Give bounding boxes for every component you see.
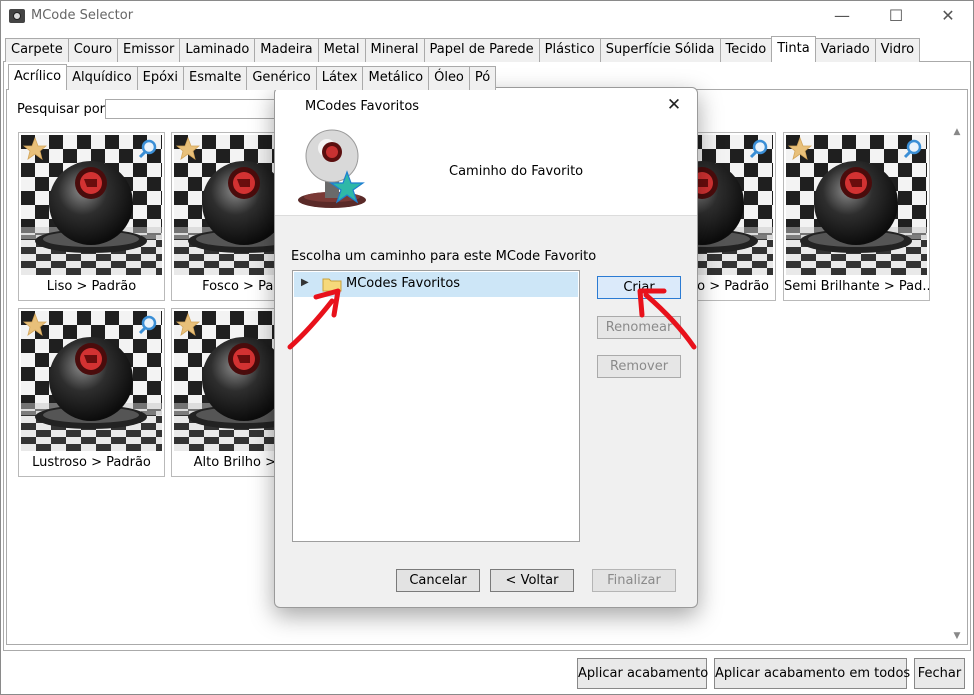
favorite-star-icon[interactable]	[23, 137, 47, 161]
dialog-header: MCodes Favoritos ✕ Caminho do Favorito	[275, 88, 697, 216]
tab-superficie-solida[interactable]: Superfície Sólida	[599, 38, 721, 62]
tab-latex[interactable]: Látex	[315, 66, 364, 90]
app-camera-icon	[9, 9, 25, 23]
vertical-scrollbar[interactable]: ▲ ▼	[949, 124, 965, 644]
apply-all-button[interactable]: Aplicar acabamento em todos	[714, 658, 910, 689]
title-bar: MCode Selector — ☐ ✕	[1, 1, 973, 32]
tab-metalico[interactable]: Metálico	[362, 66, 430, 90]
subcategory-tabs: Acrílico Alquídico Epóxi Esmalte Genéric…	[8, 64, 497, 90]
cancel-button[interactable]: Cancelar	[396, 569, 480, 592]
tab-mineral[interactable]: Mineral	[364, 38, 425, 62]
tab-laminado[interactable]: Laminado	[179, 38, 256, 62]
search-label: Pesquisar por:	[17, 102, 110, 117]
tab-variado[interactable]: Variado	[814, 38, 876, 62]
tab-emissor[interactable]: Emissor	[117, 38, 181, 62]
maximize-button[interactable]: ☐	[873, 4, 919, 28]
zoom-icon[interactable]	[749, 139, 769, 159]
material-card[interactable]: Lustroso > Padrão	[18, 308, 165, 477]
tab-papel-de-parede[interactable]: Papel de Parede	[423, 38, 540, 62]
choose-path-label: Escolha um caminho para este MCode Favor…	[291, 249, 597, 264]
tab-carpete[interactable]: Carpete	[5, 38, 69, 62]
close-button[interactable]: Fechar	[914, 658, 965, 689]
scroll-up-icon[interactable]: ▲	[949, 124, 965, 140]
finish-button[interactable]: Finalizar	[592, 569, 676, 592]
zoom-icon[interactable]	[903, 139, 923, 159]
search-input[interactable]	[105, 99, 285, 119]
annotation-arrow-icon	[637, 288, 697, 350]
minimize-button[interactable]: —	[819, 4, 865, 28]
tab-epoxi[interactable]: Epóxi	[136, 66, 184, 90]
back-button[interactable]: < Voltar	[490, 569, 574, 592]
material-caption: Semi Brilhante > Pad...	[784, 279, 929, 294]
material-caption: Lustroso > Padrão	[32, 455, 151, 470]
tree-item-label: MCodes Favoritos	[346, 276, 461, 291]
tab-oleo[interactable]: Óleo	[428, 66, 470, 90]
favorite-star-icon[interactable]	[176, 137, 200, 161]
tab-acrilico[interactable]: Acrílico	[8, 64, 68, 90]
favorite-star-icon[interactable]	[176, 313, 200, 337]
tab-generico[interactable]: Genérico	[246, 66, 317, 90]
tab-madeira[interactable]: Madeira	[254, 38, 319, 62]
tab-couro[interactable]: Couro	[67, 38, 119, 62]
dialog-close-button[interactable]: ✕	[661, 94, 687, 116]
zoom-icon[interactable]	[138, 315, 158, 335]
dialog-title: MCodes Favoritos	[305, 99, 420, 114]
material-card[interactable]: Liso > Padrão	[18, 132, 165, 301]
material-caption: Liso > Padrão	[46, 279, 137, 294]
scroll-down-icon[interactable]: ▼	[949, 628, 965, 644]
annotation-arrow-icon	[287, 288, 341, 350]
tab-tecido[interactable]: Tecido	[719, 38, 773, 62]
remove-button[interactable]: Remover	[597, 355, 681, 378]
zoom-icon[interactable]	[138, 139, 158, 159]
tab-po[interactable]: Pó	[468, 66, 497, 90]
tab-esmalte[interactable]: Esmalte	[183, 66, 248, 90]
material-card[interactable]: Semi Brilhante > Pad...	[783, 132, 930, 301]
tab-plastico[interactable]: Plástico	[538, 38, 601, 62]
favorites-logo-icon	[298, 129, 366, 208]
tab-tinta[interactable]: Tinta	[771, 36, 816, 62]
favorite-star-icon[interactable]	[788, 137, 812, 161]
apply-finish-button[interactable]: Aplicar acabamento	[577, 658, 708, 689]
tab-vidro[interactable]: Vidro	[874, 38, 921, 62]
category-tabs: Carpete Couro Emissor Laminado Madeira M…	[5, 36, 921, 62]
tab-metal[interactable]: Metal	[317, 38, 366, 62]
dialog-subtitle: Caminho do Favorito	[449, 164, 584, 179]
window-title: MCode Selector	[31, 8, 134, 23]
favorite-star-icon[interactable]	[23, 313, 47, 337]
close-window-button[interactable]: ✕	[925, 4, 971, 28]
tab-alquidico[interactable]: Alquídico	[66, 66, 138, 90]
